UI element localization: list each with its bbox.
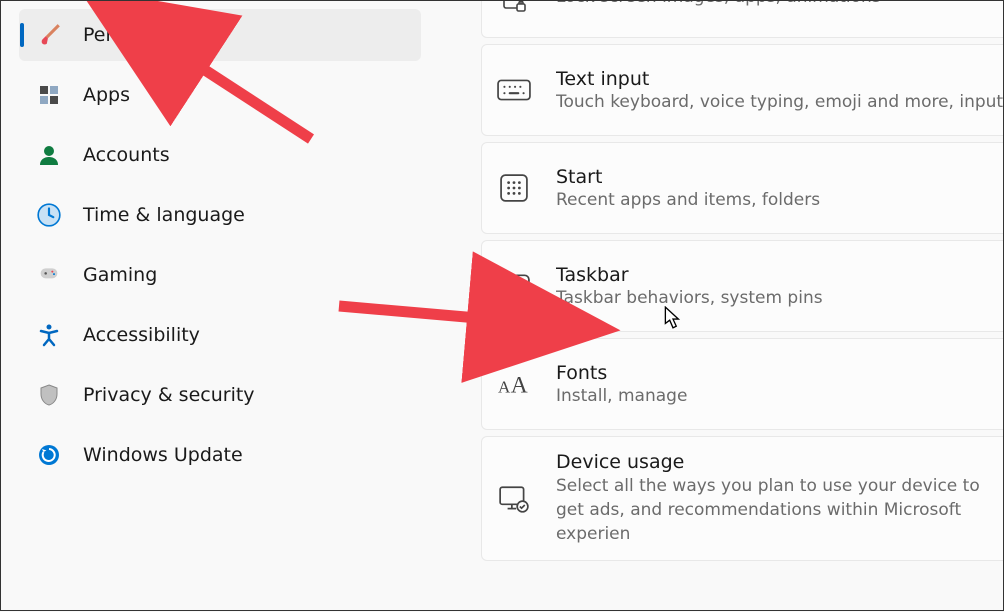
- sidebar-item-gaming[interactable]: Gaming: [19, 249, 421, 301]
- keyboard-icon: [496, 72, 532, 108]
- taskbar-icon: [496, 268, 532, 304]
- device-usage-icon: [496, 481, 532, 517]
- card-sub: Select all the ways you plan to use your…: [556, 475, 1003, 546]
- card-sub: Lock screen images, apps, animations: [556, 1, 881, 7]
- card-title: Taskbar: [556, 264, 823, 286]
- sidebar-item-apps[interactable]: Apps: [19, 69, 421, 121]
- lock-screen-icon: [496, 1, 532, 23]
- sidebar-item-label: Apps: [83, 84, 130, 106]
- sidebar-item-accessibility[interactable]: Accessibility: [19, 309, 421, 361]
- sidebar-item-label: Accounts: [83, 144, 170, 166]
- start-icon: [496, 170, 532, 206]
- sidebar-item-personalization[interactable]: Personalization: [19, 9, 421, 61]
- card-lock-screen[interactable]: Lock screen images, apps, animations: [481, 1, 1003, 38]
- svg-text:A: A: [498, 378, 511, 397]
- main-content: Lock screen images, apps, animations Tex…: [439, 1, 1003, 610]
- svg-text:A: A: [511, 373, 528, 397]
- time-language-icon: [35, 201, 63, 229]
- card-title: Device usage: [556, 451, 1003, 473]
- sidebar-item-privacy-security[interactable]: Privacy & security: [19, 369, 421, 421]
- apps-icon: [35, 81, 63, 109]
- card-sub: Recent apps and items, folders: [556, 190, 820, 210]
- card-device-usage[interactable]: Device usage Select all the ways you pla…: [481, 436, 1003, 561]
- sidebar-item-label: Personalization: [83, 24, 227, 46]
- sidebar-item-label: Accessibility: [83, 324, 200, 346]
- card-taskbar[interactable]: Taskbar Taskbar behaviors, system pins: [481, 240, 1003, 332]
- gaming-icon: [35, 261, 63, 289]
- card-sub: Install, manage: [556, 386, 687, 406]
- sidebar-item-label: Privacy & security: [83, 384, 255, 406]
- card-sub: Taskbar behaviors, system pins: [556, 288, 823, 308]
- card-title: Text input: [556, 68, 1003, 90]
- card-title: Fonts: [556, 362, 687, 384]
- card-fonts[interactable]: AA Fonts Install, manage: [481, 338, 1003, 430]
- brush-icon: [35, 21, 63, 49]
- fonts-icon: AA: [496, 366, 532, 402]
- sidebar-item-label: Gaming: [83, 264, 157, 286]
- sidebar-item-label: Windows Update: [83, 444, 243, 466]
- shield-icon: [35, 381, 63, 409]
- card-title: Start: [556, 166, 820, 188]
- accessibility-icon: [35, 321, 63, 349]
- sidebar-item-accounts[interactable]: Accounts: [19, 129, 421, 181]
- account-icon: [35, 141, 63, 169]
- card-start[interactable]: Start Recent apps and items, folders: [481, 142, 1003, 234]
- card-text-input[interactable]: Text input Touch keyboard, voice typing,…: [481, 44, 1003, 136]
- sidebar-item-windows-update[interactable]: Windows Update: [19, 429, 421, 481]
- card-sub: Touch keyboard, voice typing, emoji and …: [556, 92, 1003, 112]
- sidebar-nav: Personalization Apps Accounts Time & lan…: [1, 1, 439, 610]
- sidebar-item-time-language[interactable]: Time & language: [19, 189, 421, 241]
- sidebar-item-label: Time & language: [83, 204, 245, 226]
- update-icon: [35, 441, 63, 469]
